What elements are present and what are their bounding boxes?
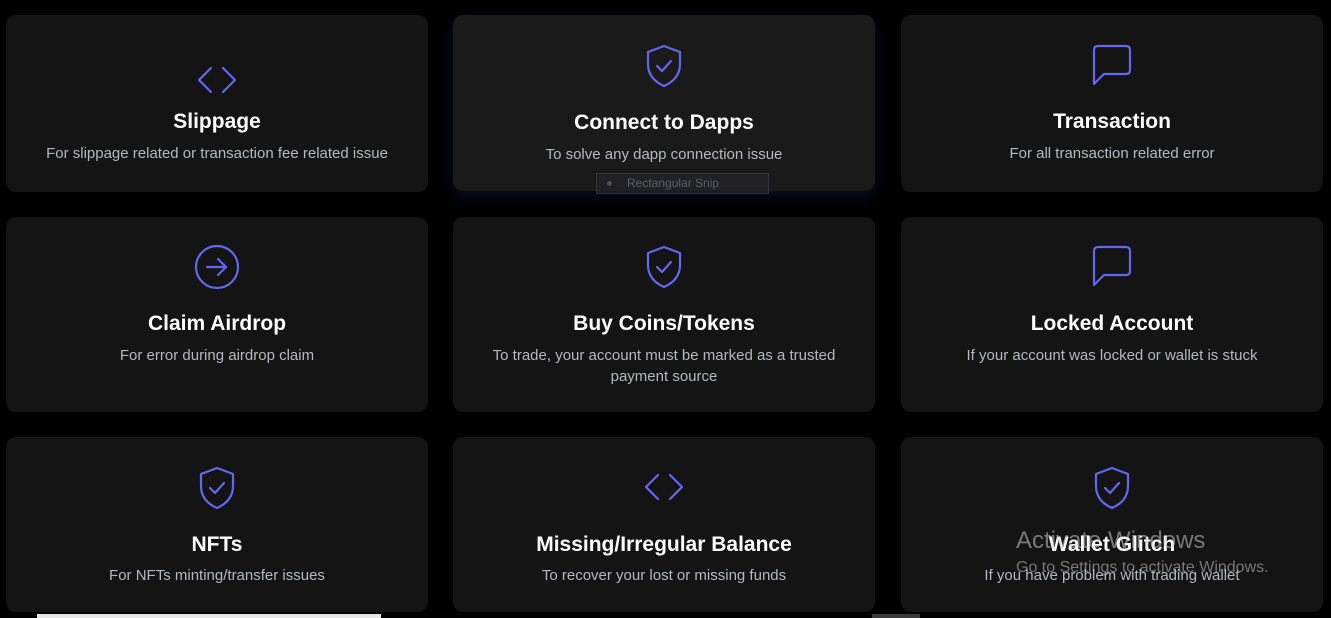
card-slippage[interactable]: Slippage For slippage related or transac… — [6, 15, 428, 192]
card-description: To recover your lost or missing funds — [541, 567, 787, 584]
code-icon — [640, 463, 688, 511]
card-title: NFTs — [191, 533, 243, 556]
card-transaction[interactable]: Transaction For all transaction related … — [901, 15, 1323, 192]
chat-bubble-icon — [1088, 42, 1136, 90]
card-title: Transaction — [1053, 110, 1171, 133]
card-description: If your account was locked or wallet is … — [966, 347, 1258, 364]
card-description: To solve any dapp connection issue — [545, 146, 783, 163]
shield-check-icon — [640, 243, 688, 291]
card-title: Slippage — [173, 110, 261, 133]
card-title: Missing/Irregular Balance — [536, 533, 792, 556]
card-title: Connect to Dapps — [574, 111, 754, 134]
card-title: Wallet Glitch — [1048, 533, 1176, 556]
arrow-circle-right-icon — [193, 243, 241, 291]
card-title: Claim Airdrop — [147, 312, 287, 335]
card-wallet-glitch[interactable]: Wallet Glitch If you have problem with t… — [901, 437, 1323, 612]
snip-tooltip: Rectangular Snip — [596, 173, 769, 194]
card-claim-airdrop[interactable]: Claim Airdrop For error during airdrop c… — [6, 217, 428, 412]
card-description: For NFTs minting/transfer issues — [109, 567, 325, 584]
shield-check-icon — [640, 42, 688, 90]
card-nfts[interactable]: NFTs For NFTs minting/transfer issues — [6, 437, 428, 612]
code-icon — [193, 56, 241, 104]
snip-tooltip-label: Rectangular Snip — [627, 176, 720, 190]
card-description: For error during airdrop claim — [119, 347, 315, 364]
card-title: Locked Account — [1030, 312, 1194, 335]
shield-check-icon — [1088, 464, 1136, 512]
card-title: Buy Coins/Tokens — [573, 312, 755, 335]
shield-check-icon — [193, 464, 241, 512]
card-description: For all transaction related error — [1009, 145, 1215, 162]
chat-bubble-icon — [1088, 243, 1136, 291]
card-description: For slippage related or transaction fee … — [46, 145, 388, 162]
card-buy-coins[interactable]: Buy Coins/Tokens To trade, your account … — [453, 217, 875, 412]
snip-dot-icon — [607, 181, 612, 186]
card-description: To trade, your account must be marked as… — [492, 347, 836, 385]
card-missing-balance[interactable]: Missing/Irregular Balance To recover you… — [453, 437, 875, 612]
scroll-indicator-secondary — [872, 614, 920, 618]
support-grid: Slippage For slippage related or transac… — [0, 0, 1331, 618]
card-locked-account[interactable]: Locked Account If your account was locke… — [901, 217, 1323, 412]
scroll-indicator — [37, 614, 381, 618]
card-description: If you have problem with trading wallet — [984, 567, 1240, 584]
card-connect-dapps[interactable]: Connect to Dapps To solve any dapp conne… — [453, 15, 875, 191]
